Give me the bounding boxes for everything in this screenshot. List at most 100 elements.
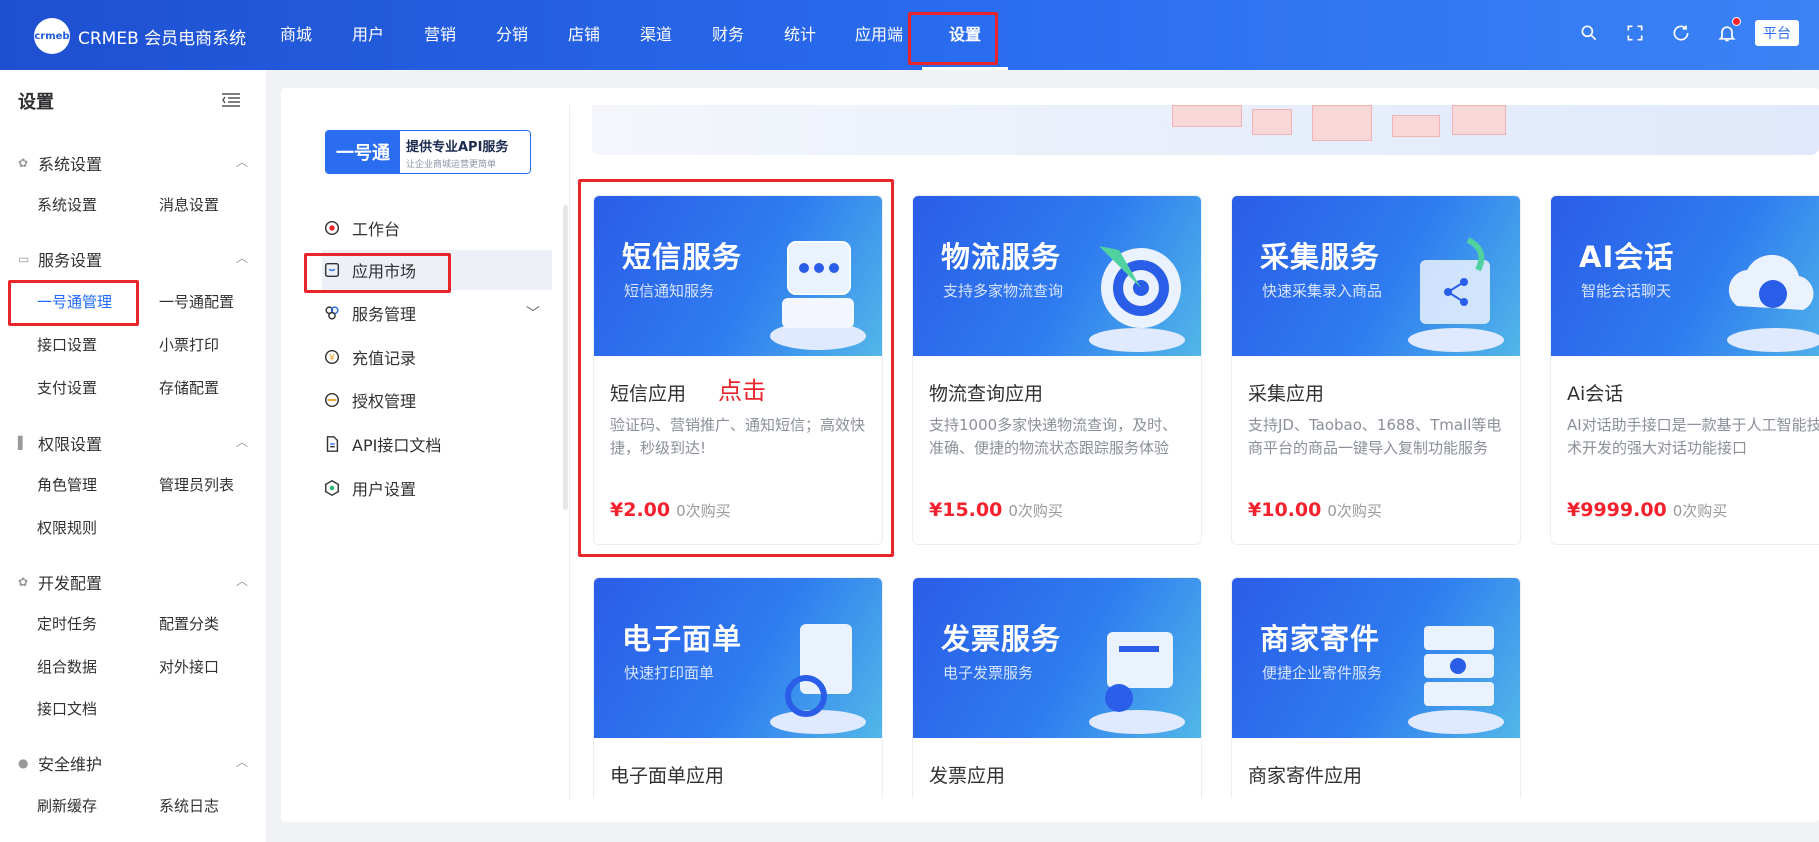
card-banner-subtitle: 快速打印面单	[624, 664, 715, 682]
price-value: ¥9999.00	[1567, 499, 1667, 521]
magnifier-document-icon	[770, 624, 866, 734]
nav-item-mall[interactable]: 商城	[260, 0, 332, 70]
card-banner-subtitle: 智能会话聊天	[1581, 282, 1672, 300]
sidebar-item-permission-rules[interactable]: 权限规则	[37, 517, 97, 538]
nav-item-users[interactable]: 用户	[332, 0, 404, 70]
subnav-scrollbar[interactable]	[563, 205, 568, 510]
sidebar-item-api-docs[interactable]: 接口文档	[37, 698, 97, 719]
sidebar-item-api-settings[interactable]: 接口设置	[37, 334, 97, 355]
bookmark-icon: ▌	[18, 436, 28, 450]
sidebar-group-permission[interactable]: ▌ 权限设置 ︿	[18, 431, 248, 455]
monitor-icon: ▭	[18, 252, 30, 266]
nav-item-finance[interactable]: 财务	[692, 0, 764, 70]
sidebar-item-admin-list[interactable]: 管理员列表	[159, 474, 234, 495]
card-banner-title: 电子面单	[622, 622, 743, 656]
subnav-label: 授权管理	[352, 392, 417, 411]
gear-icon: ✿	[18, 575, 29, 589]
sidebar-title: 设置	[18, 92, 54, 113]
highlight-box-yht-management	[8, 280, 139, 326]
platform-button[interactable]: 平台	[1755, 20, 1799, 46]
subnav-item-api-docs[interactable]: API接口文档	[322, 424, 552, 464]
sidebar-item-payment-settings[interactable]: 支付设置	[37, 377, 97, 398]
nav-item-statistics[interactable]: 统计	[764, 0, 836, 70]
card-banner: 电子面单 快速打印面单	[594, 578, 882, 738]
subnav-label: API接口文档	[352, 436, 442, 455]
price-value: ¥10.00	[1248, 499, 1322, 521]
card-banner: AI会话 智能会话聊天	[1551, 196, 1819, 356]
card-banner-subtitle: 快速采集录入商品	[1262, 282, 1383, 300]
sidebar-item-system-log[interactable]: 系统日志	[159, 795, 219, 816]
card-price: ¥9999.00 0次购买	[1567, 499, 1727, 521]
sidebar-group-label: 开发配置	[38, 574, 103, 593]
chevron-up-icon: ︿	[235, 755, 248, 769]
card-banner-title: 物流服务	[941, 240, 1062, 274]
refresh-icon[interactable]	[1669, 21, 1693, 45]
subnav-item-dashboard[interactable]: 工作台	[322, 208, 552, 248]
subnav-item-user-settings[interactable]: 用户设置	[322, 468, 552, 508]
sidebar-item-role-management[interactable]: 角色管理	[37, 474, 97, 495]
nav-item-distribution[interactable]: 分销	[476, 0, 548, 70]
card-banner: 物流服务 支持多家物流查询	[913, 196, 1201, 356]
share-box-icon	[1408, 237, 1504, 352]
menu-collapse-icon[interactable]	[222, 92, 240, 107]
card-banner-subtitle: 电子发票服务	[943, 664, 1034, 682]
card-banner-title: 发票服务	[941, 622, 1062, 656]
app-card-merchant-shipping[interactable]: 商家寄件 便捷企业寄件服务 商家寄件应用	[1231, 577, 1521, 798]
content-divider	[569, 105, 570, 800]
cloud-ai-icon	[1727, 254, 1819, 352]
sidebar-group-label: 安全维护	[38, 755, 103, 774]
bell-icon[interactable]	[1715, 17, 1741, 45]
sidebar-item-yht-config[interactable]: 一号通配置	[159, 291, 234, 312]
subnav-label: 用户设置	[352, 480, 417, 499]
sidebar-item-external-api[interactable]: 对外接口	[159, 656, 219, 677]
app-logo[interactable]: crmeb CRMEB 会员电商系统	[34, 18, 246, 54]
sidebar-group-service[interactable]: ▭ 服务设置 ︿	[18, 247, 248, 271]
sidebar-group-dev[interactable]: ✿ 开发配置 ︿	[18, 570, 248, 594]
sidebar-group-system[interactable]: ✿ 系统设置 ︿	[18, 151, 248, 175]
app-card-invoice[interactable]: 发票服务 电子发票服务 发票应用	[912, 577, 1202, 798]
chevron-up-icon: ︿	[235, 251, 248, 265]
yuan-icon: ¥	[322, 347, 342, 367]
sidebar-item-cron-tasks[interactable]: 定时任务	[37, 613, 97, 634]
nav-item-marketing[interactable]: 营销	[404, 0, 476, 70]
nav-item-stores[interactable]: 店铺	[548, 0, 620, 70]
card-title: 发票应用	[929, 765, 1006, 787]
fullscreen-icon[interactable]	[1623, 21, 1647, 45]
card-title: 采集应用	[1248, 383, 1325, 405]
sidebar-item-group-data[interactable]: 组合数据	[37, 656, 97, 677]
search-icon[interactable]	[1577, 21, 1601, 45]
subnav-item-authorization[interactable]: 授权管理	[322, 380, 552, 420]
card-banner-title: AI会话	[1579, 240, 1675, 274]
app-card-logistics[interactable]: 物流服务 支持多家物流查询 物流查询应用 支持1000多家快递物流查询，及时、准…	[912, 195, 1202, 545]
sidebar-group-label: 服务设置	[38, 251, 103, 270]
purchase-count: 0次购买	[1008, 502, 1063, 520]
card-banner: 发票服务 电子发票服务	[913, 578, 1201, 738]
sidebar-item-storage-config[interactable]: 存储配置	[159, 377, 219, 398]
yht-logo: 一号通 提供专业API服务 让企业商城运营更简单	[325, 130, 531, 174]
app-card-ai-chat[interactable]: AI会话 智能会话聊天 Ai会话 AI对话助手接口是一款基于人工智能技术开发的强…	[1550, 195, 1819, 545]
notification-dot	[1732, 17, 1741, 26]
main-nav: 商城 用户 营销 分销 店铺 渠道 财务 统计 应用端 设置	[260, 0, 1008, 70]
sidebar-item-receipt-print[interactable]: 小票打印	[159, 334, 219, 355]
chevron-up-icon: ︿	[235, 155, 248, 169]
subnav-label: 工作台	[352, 220, 401, 239]
card-description: 支持1000多家快递物流查询，及时、准确、便捷的物流状态跟踪服务体验	[929, 416, 1178, 457]
sidebar-item-config-category[interactable]: 配置分类	[159, 613, 219, 634]
document-icon	[322, 434, 342, 454]
subnav-item-recharge-records[interactable]: ¥ 充值记录	[322, 337, 552, 377]
purchase-count: 0次购买	[1327, 502, 1382, 520]
sidebar-item-system-settings[interactable]: 系统设置	[37, 194, 97, 215]
subnav-item-service-management[interactable]: 服务管理 ﹀	[322, 293, 552, 333]
card-description: 支持JD、Taobao、1688、Tmall等电商平台的商品一键导入复制功能服务	[1248, 416, 1502, 457]
app-card-collect[interactable]: 采集服务 快速采集录入商品 采集应用 支持JD、Taobao、1688、Tmal…	[1231, 195, 1521, 545]
nav-item-channels[interactable]: 渠道	[620, 0, 692, 70]
purchase-count: 0次购买	[1672, 502, 1728, 520]
sidebar-item-message-settings[interactable]: 消息设置	[159, 194, 219, 215]
app-card-express-sheet[interactable]: 电子面单 快速打印面单 电子面单应用	[593, 577, 883, 798]
sidebar-item-refresh-cache[interactable]: 刷新缓存	[37, 795, 97, 816]
sidebar-group-security[interactable]: ● 安全维护 ︿	[18, 751, 248, 775]
hexagon-icon	[322, 478, 342, 498]
check-circle-icon: ●	[18, 756, 29, 770]
target-icon	[322, 218, 342, 238]
top-icons: 平台	[1555, 17, 1799, 46]
